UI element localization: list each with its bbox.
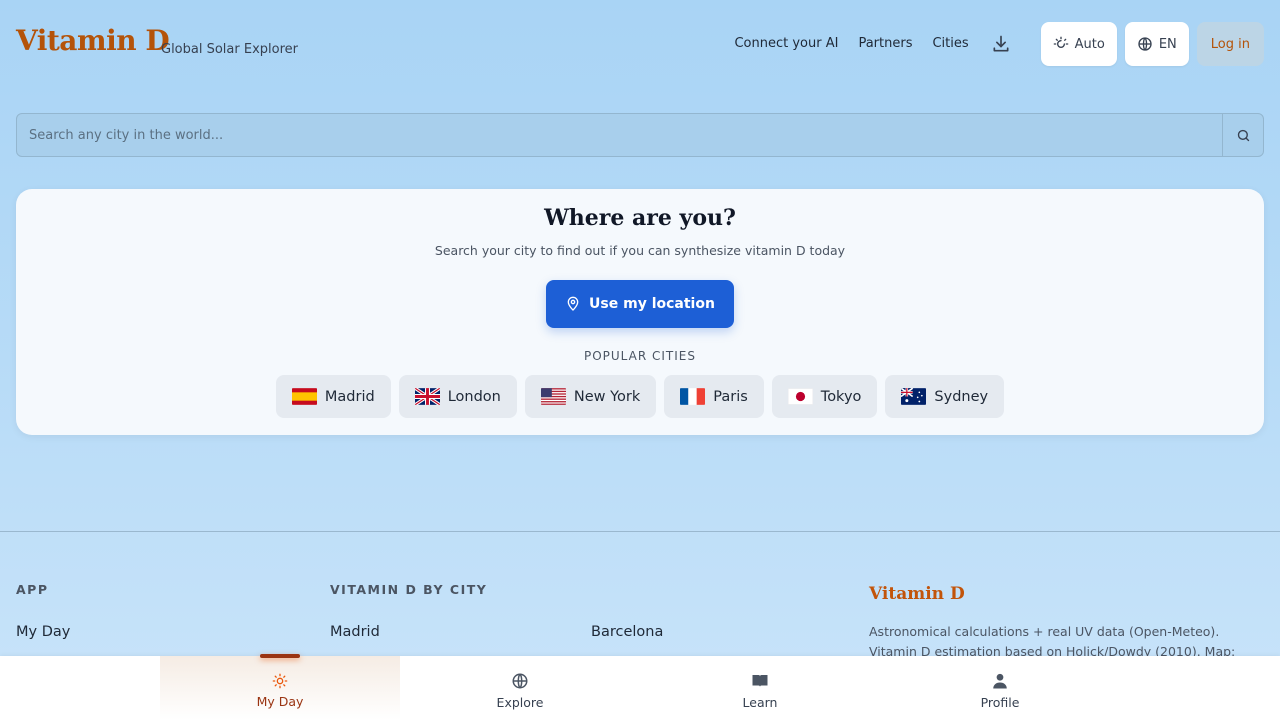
map-pin-icon	[567, 296, 579, 311]
spain-flag-icon	[291, 388, 317, 405]
active-indicator	[260, 654, 300, 658]
city-label: New York	[573, 388, 641, 405]
download-button[interactable]	[989, 32, 1013, 56]
footer-link-my-day[interactable]: My Day	[16, 624, 70, 640]
usa-flag-icon	[540, 388, 566, 405]
city-label: Sydney	[934, 388, 989, 405]
bottom-nav-label: My Day	[256, 694, 304, 709]
location-card: Where are you? Search your city to find …	[16, 189, 1264, 435]
bottom-nav-explore[interactable]: Explore	[400, 656, 640, 720]
australia-flag-icon	[901, 388, 927, 405]
theme-label: Auto	[1074, 36, 1105, 52]
city-label: Tokyo	[820, 388, 862, 405]
city-chip-new-york[interactable]: New York	[524, 375, 657, 418]
nav-connect-ai[interactable]: Connect your AI	[734, 24, 838, 64]
theme-toggle-button[interactable]: Auto	[1040, 22, 1117, 66]
city-search	[16, 113, 1264, 157]
city-label: Paris	[713, 388, 748, 405]
footer-link-barcelona[interactable]: Barcelona	[591, 624, 663, 640]
uk-flag-icon	[414, 388, 440, 405]
city-chip-sydney[interactable]: Sydney	[885, 375, 1005, 418]
search-icon	[1237, 129, 1249, 141]
city-chip-tokyo[interactable]: Tokyo	[771, 375, 878, 418]
tagline: Global Solar Explorer	[161, 42, 298, 57]
footer-app-heading: APP	[16, 582, 49, 597]
nav-cities[interactable]: Cities	[932, 24, 968, 64]
city-label: Madrid	[324, 388, 375, 405]
city-label: London	[447, 388, 501, 405]
search-input[interactable]	[17, 114, 1222, 156]
language-label: EN	[1158, 36, 1177, 52]
theme-auto-icon	[1053, 36, 1068, 48]
bottom-nav-label: Explore	[496, 695, 544, 710]
globe-icon	[1138, 37, 1152, 51]
header: Vitamin D Global Solar Explorer Connect …	[0, 0, 1280, 86]
city-chip-madrid[interactable]: Madrid	[275, 375, 391, 418]
nav-partners[interactable]: Partners	[858, 24, 912, 64]
bottom-nav-my-day[interactable]: My Day	[160, 654, 400, 720]
popular-cities-label: POPULAR CITIES	[583, 349, 696, 363]
footer-city-heading: VITAMIN D BY CITY	[330, 582, 488, 597]
language-button[interactable]: EN	[1124, 22, 1189, 66]
card-title: Where are you?	[544, 205, 736, 231]
japan-flag-icon	[787, 388, 813, 405]
bottom-nav-label: Profile	[980, 695, 1020, 710]
bottom-nav-profile[interactable]: Profile	[880, 656, 1120, 720]
logo[interactable]: Vitamin D	[16, 24, 170, 57]
top-nav: Connect your AI Partners Cities Auto EN …	[734, 22, 1264, 66]
footer-link-madrid[interactable]: Madrid	[330, 624, 380, 640]
popular-cities-list: Madrid London New York Paris Tokyo Sydne…	[16, 375, 1264, 418]
use-my-location-label: Use my location	[589, 296, 715, 312]
card-subtitle: Search your city to find out if you can …	[434, 243, 846, 258]
download-icon	[993, 35, 1009, 52]
footer-logo: Vitamin D	[869, 584, 965, 604]
bottom-nav-learn[interactable]: Learn	[640, 656, 880, 720]
bottom-nav-label: Learn	[742, 695, 778, 710]
city-chip-london[interactable]: London	[398, 375, 517, 418]
sun-icon	[272, 673, 288, 689]
search-button[interactable]	[1222, 114, 1263, 156]
book-icon	[752, 675, 768, 687]
login-button[interactable]: Log in	[1196, 22, 1264, 66]
city-chip-paris[interactable]: Paris	[664, 375, 764, 418]
use-my-location-button[interactable]: Use my location	[546, 280, 734, 328]
user-icon	[993, 673, 1007, 689]
france-flag-icon	[680, 388, 706, 405]
globe-icon	[512, 673, 528, 689]
bottom-nav: My Day Explore Learn Profile	[0, 654, 1280, 720]
